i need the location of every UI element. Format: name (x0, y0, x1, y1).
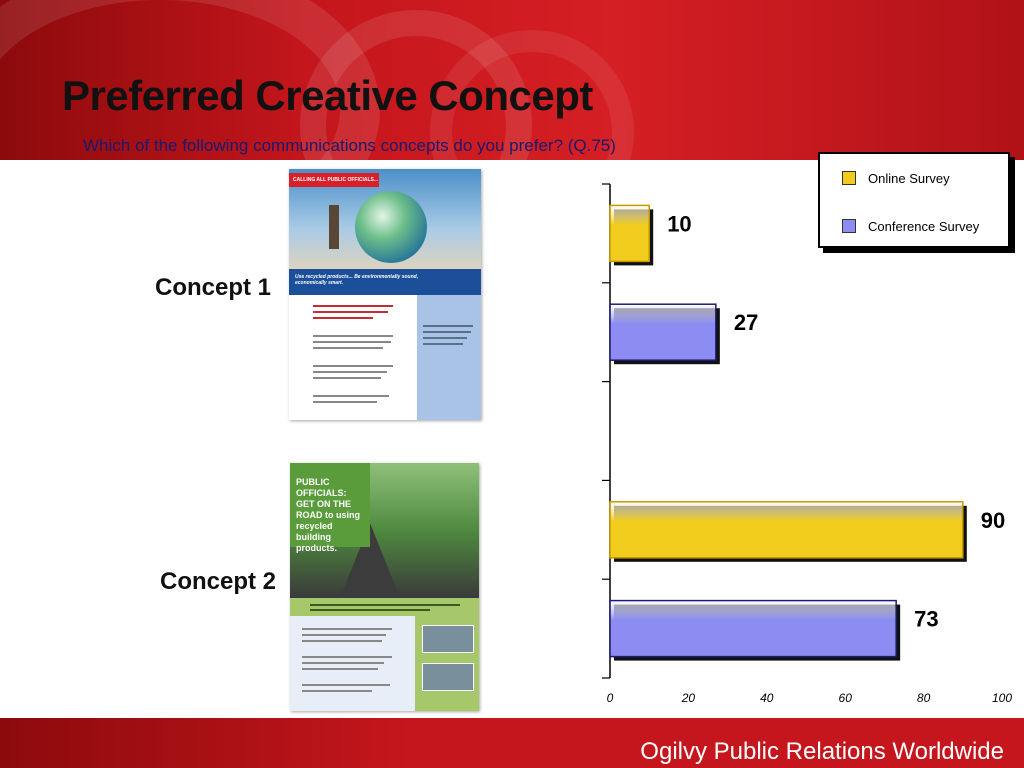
x-tick-label: 20 (681, 691, 696, 705)
poster-band (290, 598, 479, 616)
globe-icon (355, 191, 427, 263)
bar-online-survey (609, 501, 964, 559)
poster-sidebar (417, 295, 481, 420)
bar-conference-survey (609, 599, 897, 658)
x-tick-label: 80 (917, 691, 931, 705)
x-tick-label: 100 (992, 691, 1012, 705)
legend-swatch-online (842, 171, 856, 185)
chart-legend: Online Survey Conference Survey (818, 152, 1010, 248)
slide-title: Preferred Creative Concept (62, 72, 593, 119)
footer-text: Ogilvy Public Relations Worldwide (640, 738, 1004, 765)
poster-figure (329, 205, 339, 249)
poster-body (290, 616, 415, 711)
bar-chart: 0 20 40 60 80 100 10 90 27 73 (602, 183, 1012, 705)
data-label: 73 (914, 607, 938, 632)
legend-label-conference: Conference Survey (868, 219, 980, 234)
poster-headline: Use recycled products... Be environmenta… (295, 274, 419, 286)
concept-1-label: Concept 1 (155, 274, 272, 301)
poster-inset-photo (422, 625, 474, 653)
x-tick-label: 60 (839, 691, 853, 705)
legend-label-online: Online Survey (868, 171, 950, 186)
concept-1-poster: CALLING ALL PUBLIC OFFICIALS... Use recy… (289, 169, 481, 420)
concept-2-poster: PUBLIC OFFICIALS: GET ON THE ROAD to usi… (290, 463, 479, 711)
legend-swatch-conference (842, 219, 856, 233)
poster-inset-photo (422, 663, 474, 691)
poster-headline: PUBLIC OFFICIALS: GET ON THE ROAD to usi… (296, 477, 360, 553)
data-label: 10 (667, 211, 691, 236)
poster-headline-panel: PUBLIC OFFICIALS: GET ON THE ROAD to usi… (290, 463, 370, 553)
poster-headline-band: Use recycled products... Be environmenta… (289, 269, 481, 295)
bar-conference-survey (609, 303, 717, 361)
footer-banner: Ogilvy Public Relations Worldwide (0, 718, 1024, 768)
x-tick-label: 0 (607, 691, 614, 705)
bar-online-survey (609, 204, 650, 263)
slide-subtitle: Which of the following communications co… (83, 136, 616, 155)
poster-tag: CALLING ALL PUBLIC OFFICIALS... (289, 173, 379, 187)
x-tick-label: 40 (760, 691, 774, 705)
concept-2-label: Concept 2 (160, 568, 277, 595)
poster-body (289, 295, 417, 420)
data-label: 90 (981, 508, 1005, 533)
data-label: 27 (734, 310, 758, 335)
